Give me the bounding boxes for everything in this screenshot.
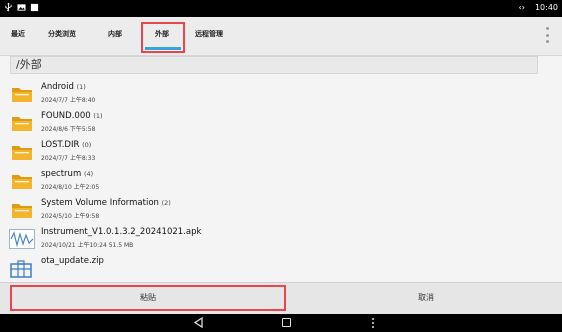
file-name: Android (1) <box>41 82 86 92</box>
file-meta: 2024/10/21 上午10:24 51.5 MB <box>41 242 134 249</box>
item-count: (4) <box>83 170 94 178</box>
image-icon <box>17 4 26 11</box>
list-item[interactable]: Android (1) 2024/7/7 上午8:40 <box>0 79 562 108</box>
tab-categories[interactable]: 分类浏览 <box>48 29 76 39</box>
usb-icon <box>5 3 12 12</box>
list-item[interactable]: ota_update.zip <box>0 253 562 282</box>
file-name: spectrum (4) <box>41 169 94 179</box>
list-item[interactable]: Instrument_V1.0.1.3.2_20241021.apk 2024/… <box>0 224 562 253</box>
status-bar-right: ‹› 10:40 <box>519 3 558 12</box>
archive-icon <box>10 260 32 278</box>
folder-icon <box>12 146 32 160</box>
square-icon <box>30 3 39 12</box>
file-list[interactable]: Android (1) 2024/7/7 上午8:40 FOUND.000 (1… <box>0 79 562 282</box>
tab-recent[interactable]: 最近 <box>11 29 25 39</box>
cancel-button[interactable]: 取消 <box>418 292 434 303</box>
file-name: FOUND.000 (1) <box>41 111 103 121</box>
apk-waveform-icon <box>9 229 35 249</box>
code-brackets-icon: ‹› <box>518 3 525 12</box>
back-icon[interactable] <box>193 317 204 328</box>
item-count: (2) <box>161 199 171 207</box>
folder-icon <box>12 175 32 189</box>
status-time: 10:40 <box>534 3 558 12</box>
home-icon[interactable] <box>282 318 291 327</box>
file-name: LOST.DIR (0) <box>41 140 92 150</box>
folder-icon <box>12 204 32 218</box>
file-meta: 2024/5/10 上午9:58 <box>41 213 100 220</box>
file-meta: 2024/7/7 上午8:40 <box>41 97 96 104</box>
status-bar-left-icons <box>4 3 39 12</box>
status-bar: ‹› 10:40 <box>0 0 562 17</box>
action-bar: 粘贴 取消 <box>0 282 562 314</box>
folder-icon <box>12 88 32 102</box>
tab-internal[interactable]: 内部 <box>108 29 122 39</box>
file-meta: 2024/8/10 上午2:05 <box>41 184 100 191</box>
list-item[interactable]: spectrum (4) 2024/8/10 上午2:05 <box>0 166 562 195</box>
file-name: System Volume Information (2) <box>41 198 171 208</box>
folder-icon <box>12 117 32 131</box>
tab-bar: 最近 分类浏览 内部 外部 远程管理 <box>0 17 562 56</box>
paste-label: 粘贴 <box>140 293 156 302</box>
item-count: (1) <box>76 83 86 91</box>
tab-active-indicator <box>145 47 181 50</box>
overflow-menu-icon[interactable] <box>544 27 550 43</box>
file-name: Instrument_V1.0.1.3.2_20241021.apk <box>41 227 202 237</box>
file-meta: 2024/7/7 上午8:33 <box>41 155 96 162</box>
tab-remote-management[interactable]: 远程管理 <box>195 29 223 39</box>
item-count: (1) <box>93 112 103 120</box>
path-bar: /外部 <box>10 56 538 74</box>
list-item[interactable]: System Volume Information (2) 2024/5/10 … <box>0 195 562 224</box>
navigation-bar <box>0 314 562 332</box>
list-item[interactable]: FOUND.000 (1) 2024/8/6 下午5:58 <box>0 108 562 137</box>
menu-dots-icon[interactable] <box>372 318 375 328</box>
list-item[interactable]: LOST.DIR (0) 2024/7/7 上午8:33 <box>0 137 562 166</box>
item-count: (0) <box>82 141 92 149</box>
file-manager-app: 最近 分类浏览 内部 外部 远程管理 /外部 Android (1) 2024/… <box>0 17 562 314</box>
file-meta: 2024/8/6 下午5:58 <box>41 126 96 133</box>
file-name: ota_update.zip <box>41 256 104 266</box>
